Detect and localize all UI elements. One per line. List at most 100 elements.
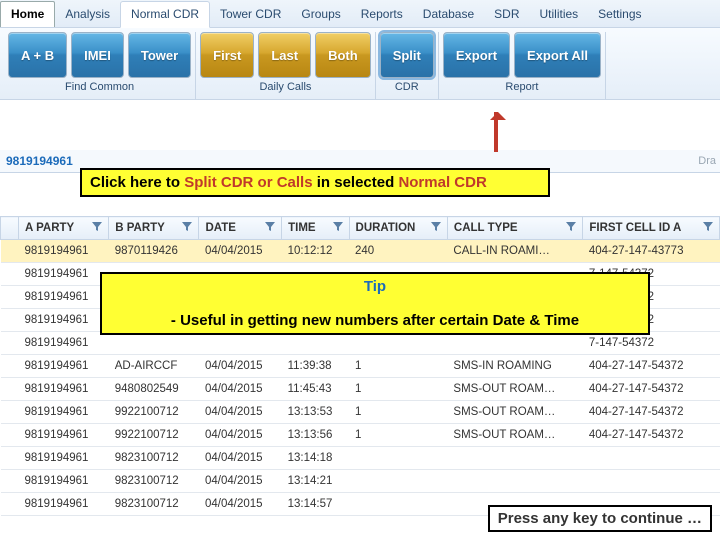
cell: 13:13:53 bbox=[282, 401, 349, 424]
split-button[interactable]: Split bbox=[380, 32, 434, 78]
menu-tab-groups[interactable]: Groups bbox=[291, 2, 350, 27]
menu-tab-reports[interactable]: Reports bbox=[351, 2, 413, 27]
cell: 9922100712 bbox=[109, 401, 199, 424]
filter-icon[interactable] bbox=[92, 222, 102, 232]
filter-icon[interactable] bbox=[265, 222, 275, 232]
row-gutter bbox=[1, 493, 19, 516]
cell: SMS-OUT ROAM… bbox=[447, 424, 582, 447]
cell: 10:12:12 bbox=[282, 240, 349, 263]
cell: 11:45:43 bbox=[282, 378, 349, 401]
col-date[interactable]: DATE bbox=[199, 217, 282, 240]
menu-tab-home[interactable]: Home bbox=[0, 1, 55, 27]
table-wrap: A PARTY B PARTY DATE TIME DURATION CALL … bbox=[0, 216, 720, 540]
cell: 04/04/2015 bbox=[199, 424, 282, 447]
table-row[interactable]: 9819194961992210071204/04/201513:13:531S… bbox=[1, 401, 720, 424]
cell: 9922100712 bbox=[109, 424, 199, 447]
cell: 9819194961 bbox=[19, 240, 109, 263]
row-gutter bbox=[1, 286, 19, 309]
menu-tab-settings[interactable]: Settings bbox=[588, 2, 651, 27]
cell: 9819194961 bbox=[19, 286, 109, 309]
both-button[interactable]: Both bbox=[315, 32, 371, 78]
row-gutter bbox=[1, 447, 19, 470]
arrow-to-split bbox=[494, 112, 498, 152]
cell bbox=[583, 470, 720, 493]
filter-icon[interactable] bbox=[703, 222, 713, 232]
cell: 9480802549 bbox=[109, 378, 199, 401]
menu-tab-utilities[interactable]: Utilities bbox=[530, 2, 589, 27]
filter-icon[interactable] bbox=[431, 222, 441, 232]
col-call-type[interactable]: CALL TYPE bbox=[447, 217, 582, 240]
tip-line: - Useful in getting new numbers after ce… bbox=[171, 312, 579, 329]
last-button[interactable]: Last bbox=[258, 32, 311, 78]
cell bbox=[447, 447, 582, 470]
cell bbox=[349, 447, 447, 470]
cell: 404-27-147-54372 bbox=[583, 355, 720, 378]
filter-icon[interactable] bbox=[182, 222, 192, 232]
cell: 404-27-147-54372 bbox=[583, 424, 720, 447]
col-b-party[interactable]: B PARTY bbox=[109, 217, 199, 240]
table-row[interactable]: 9819194961AD-AIRCCF04/04/201511:39:381SM… bbox=[1, 355, 720, 378]
cell: 9819194961 bbox=[19, 424, 109, 447]
table-row[interactable]: 9819194961992210071204/04/201513:13:561S… bbox=[1, 424, 720, 447]
cell: 04/04/2015 bbox=[199, 378, 282, 401]
ribbon-group-report: ExportExport AllReport bbox=[439, 32, 606, 99]
cell: 04/04/2015 bbox=[199, 447, 282, 470]
cell: 9819194961 bbox=[19, 263, 109, 286]
cell: 9823100712 bbox=[109, 447, 199, 470]
cell: 9819194961 bbox=[19, 355, 109, 378]
row-gutter bbox=[1, 355, 19, 378]
menu-tab-sdr[interactable]: SDR bbox=[484, 2, 529, 27]
filter-icon[interactable] bbox=[566, 222, 576, 232]
cell: 1 bbox=[349, 355, 447, 378]
drag-hint: Dra bbox=[698, 155, 716, 167]
cell: 04/04/2015 bbox=[199, 470, 282, 493]
row-gutter bbox=[1, 401, 19, 424]
col-duration[interactable]: DURATION bbox=[349, 217, 447, 240]
row-gutter bbox=[1, 470, 19, 493]
menu-tab-tower-cdr[interactable]: Tower CDR bbox=[210, 2, 291, 27]
ribbon-group-find-common: A + BIMEITowerFind Common bbox=[4, 32, 196, 99]
imei-button[interactable]: IMEI bbox=[71, 32, 124, 78]
cell: 404-27-147-43773 bbox=[583, 240, 720, 263]
col-a-party[interactable]: A PARTY bbox=[19, 217, 109, 240]
table-row[interactable]: 9819194961982310071204/04/201513:14:21 bbox=[1, 470, 720, 493]
cell bbox=[349, 493, 447, 516]
press-key-continue[interactable]: Press any key to continue … bbox=[488, 505, 712, 532]
col-time[interactable]: TIME bbox=[282, 217, 349, 240]
export-all-button[interactable]: Export All bbox=[514, 32, 601, 78]
row-gutter bbox=[1, 240, 19, 263]
cell bbox=[349, 470, 447, 493]
table-row[interactable]: 9819194961948080254904/04/201511:45:431S… bbox=[1, 378, 720, 401]
menu-tab-normal-cdr[interactable]: Normal CDR bbox=[120, 1, 210, 28]
filter-icon[interactable] bbox=[333, 222, 343, 232]
cell: 9819194961 bbox=[19, 470, 109, 493]
col-select[interactable] bbox=[1, 217, 19, 240]
cell: 9823100712 bbox=[109, 493, 199, 516]
ribbon-group-cdr: SplitCDR bbox=[376, 32, 439, 99]
cell: 9819194961 bbox=[19, 401, 109, 424]
cell: 9870119426 bbox=[109, 240, 199, 263]
table-row[interactable]: 9819194961987011942604/04/201510:12:1224… bbox=[1, 240, 720, 263]
cell: 1 bbox=[349, 401, 447, 424]
a-b-button[interactable]: A + B bbox=[8, 32, 67, 78]
col-first-cell-id-a[interactable]: FIRST CELL ID A bbox=[583, 217, 720, 240]
cell: 13:14:21 bbox=[282, 470, 349, 493]
table-row[interactable]: 9819194961982310071204/04/201513:14:18 bbox=[1, 447, 720, 470]
row-gutter bbox=[1, 424, 19, 447]
menu-tab-analysis[interactable]: Analysis bbox=[55, 2, 120, 27]
cell: 13:14:57 bbox=[282, 493, 349, 516]
cell: CALL-IN ROAMI… bbox=[447, 240, 582, 263]
export-button[interactable]: Export bbox=[443, 32, 510, 78]
callout-mid: in selected bbox=[313, 174, 399, 191]
cell: 9819194961 bbox=[19, 309, 109, 332]
menu-tab-database[interactable]: Database bbox=[413, 2, 484, 27]
tip-title: Tip bbox=[364, 278, 386, 295]
first-button[interactable]: First bbox=[200, 32, 254, 78]
cell: 13:14:18 bbox=[282, 447, 349, 470]
tower-button[interactable]: Tower bbox=[128, 32, 191, 78]
cell: 1 bbox=[349, 424, 447, 447]
cdr-table: A PARTY B PARTY DATE TIME DURATION CALL … bbox=[0, 216, 720, 516]
callout-text: Click here to bbox=[90, 174, 184, 191]
row-gutter bbox=[1, 378, 19, 401]
ribbon-group-daily-calls: FirstLastBothDaily Calls bbox=[196, 32, 376, 99]
